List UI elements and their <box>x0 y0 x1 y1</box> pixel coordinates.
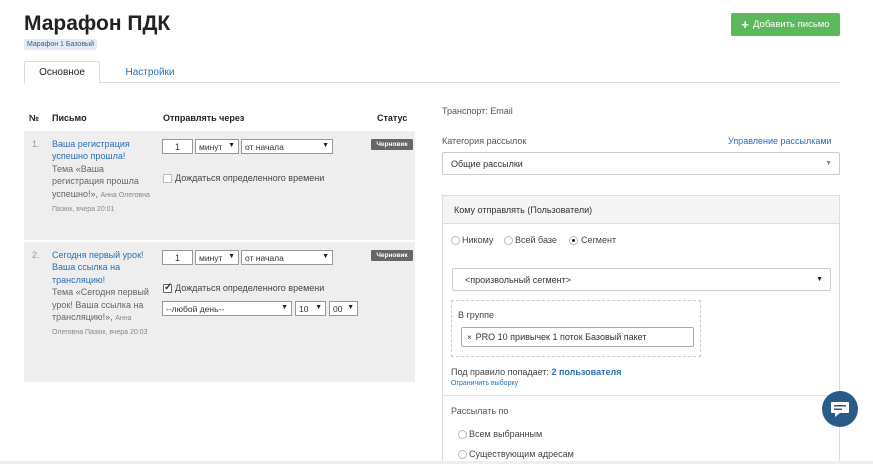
radio-all-selected-label: Всем выбранным <box>469 429 543 439</box>
row-number: 2. <box>32 250 40 260</box>
chevron-down-icon: ▼ <box>228 142 235 149</box>
group-tag-label: PRO 10 привычек 1 поток Базовый пакет <box>475 332 647 342</box>
segment-select[interactable]: <произвольный сегмент> ▼ <box>452 268 831 291</box>
tab-main[interactable]: Основное <box>24 61 100 84</box>
add-letter-button[interactable]: + Добавить письмо <box>731 13 840 36</box>
segment-value: <произвольный сегмент> <box>465 274 572 285</box>
letter-cell: Ваша регистрация успешно прошла! Тема «В… <box>52 138 156 216</box>
chevron-down-icon: ▼ <box>816 276 823 283</box>
transport-label: Транспорт: Email <box>442 106 513 116</box>
delay-from-value: от начала <box>245 252 284 263</box>
recipients-header: Кому отправлять (Пользователи) <box>443 196 839 224</box>
delay-unit-value: минут <box>199 252 223 263</box>
close-icon[interactable]: × <box>467 333 472 342</box>
letter-link[interactable]: Сегодня первый урок! Ваша ссылка на тран… <box>52 250 144 285</box>
chevron-down-icon: ▼ <box>825 160 832 167</box>
day-select[interactable]: --любой день-- ▼ <box>162 301 292 316</box>
col-number-header: № <box>29 113 40 123</box>
radio-existing-addresses-label: Существующим адресам <box>469 449 574 459</box>
chevron-down-icon: ▼ <box>281 304 288 311</box>
delay-amount-input[interactable]: 1 <box>162 139 193 154</box>
col-letter-header: Письмо <box>52 113 87 123</box>
tab-settings[interactable]: Настройки <box>120 61 180 83</box>
delay-unit-select[interactable]: минут ▼ <box>195 250 239 265</box>
col-status-header: Статус <box>377 113 408 123</box>
add-letter-label: Добавить письмо <box>753 19 830 30</box>
delay-from-select[interactable]: от начала ▼ <box>241 139 333 154</box>
letter-link[interactable]: Ваша регистрация успешно прошла! <box>52 139 130 161</box>
minute-value: 00 <box>333 303 343 314</box>
radio-segment[interactable] <box>569 236 578 245</box>
funnel-badge[interactable]: Марафон 1 Базовый <box>24 39 97 50</box>
radio-whole-base-label: Всей базе <box>515 235 557 245</box>
chevron-down-icon: ▼ <box>322 142 329 149</box>
chevron-down-icon: ▼ <box>228 253 235 260</box>
table-row: 1. Ваша регистрация успешно прошла! Тема… <box>24 130 415 240</box>
wait-time-checkbox[interactable] <box>163 282 172 293</box>
delay-from-value: от начала <box>245 141 284 152</box>
chat-widget-button[interactable] <box>822 391 858 427</box>
page-title: Марафон ПДК <box>24 12 171 35</box>
wait-time-label: Дождаться определенного времени <box>175 283 325 293</box>
wait-time-label: Дождаться определенного времени <box>175 173 325 183</box>
delay-amount-input[interactable]: 1 <box>162 250 193 265</box>
table-row: 2. Сегодня первый урок! Ваша ссылка на т… <box>24 241 415 382</box>
letter-subject: Тема «Сегодня первый урок! Ваша ссылка н… <box>52 287 149 323</box>
day-value: --любой день-- <box>166 303 225 314</box>
tab-bar: Основное Настройки <box>24 61 840 84</box>
radio-whole-base[interactable] <box>504 236 513 245</box>
radio-nobody[interactable] <box>451 236 460 245</box>
minute-select[interactable]: 00 ▼ <box>329 301 358 316</box>
rule-label: Под правило попадает: <box>451 367 549 377</box>
letter-cell: Сегодня первый урок! Ваша ссылка на тран… <box>52 249 156 340</box>
delay-unit-select[interactable]: минут ▼ <box>195 139 239 154</box>
status-badge: Черновик <box>371 250 413 261</box>
delay-from-select[interactable]: от начала ▼ <box>241 250 333 265</box>
group-label: В группе <box>458 310 494 320</box>
radio-nobody-label: Никому <box>462 235 494 245</box>
radio-existing-addresses[interactable] <box>458 450 467 459</box>
divider <box>442 395 840 396</box>
rule-count-text: Под правило попадает: 2 пользователя <box>451 367 621 377</box>
category-select[interactable]: Общие рассылки ▼ <box>442 152 840 175</box>
rule-count[interactable]: 2 пользователя <box>551 367 621 377</box>
send-by-label: Рассылать по <box>451 406 509 416</box>
chevron-down-icon: ▼ <box>315 304 322 311</box>
group-tag-input[interactable]: × PRO 10 привычек 1 поток Базовый пакет <box>461 327 694 347</box>
col-send-after-header: Отправлять через <box>163 113 245 123</box>
hour-select[interactable]: 10 ▼ <box>295 301 326 316</box>
row-number: 1. <box>32 139 40 149</box>
radio-segment-label: Сегмент <box>581 235 617 245</box>
limit-selection-link[interactable]: Ограничить выборку <box>451 380 518 387</box>
manage-lists-link[interactable]: Управление рассылками <box>728 136 832 146</box>
status-badge: Черновик <box>371 139 413 150</box>
category-label: Категория рассылок <box>442 136 527 146</box>
chat-bubble-icon <box>831 402 849 417</box>
wait-time-checkbox[interactable] <box>163 174 172 183</box>
chevron-down-icon: ▼ <box>347 304 354 311</box>
delay-unit-value: минут <box>199 141 223 152</box>
category-value: Общие рассылки <box>451 158 523 169</box>
hour-value: 10 <box>299 303 309 314</box>
radio-all-selected[interactable] <box>458 430 467 439</box>
chevron-down-icon: ▼ <box>322 253 329 260</box>
plus-icon: + <box>741 17 749 32</box>
